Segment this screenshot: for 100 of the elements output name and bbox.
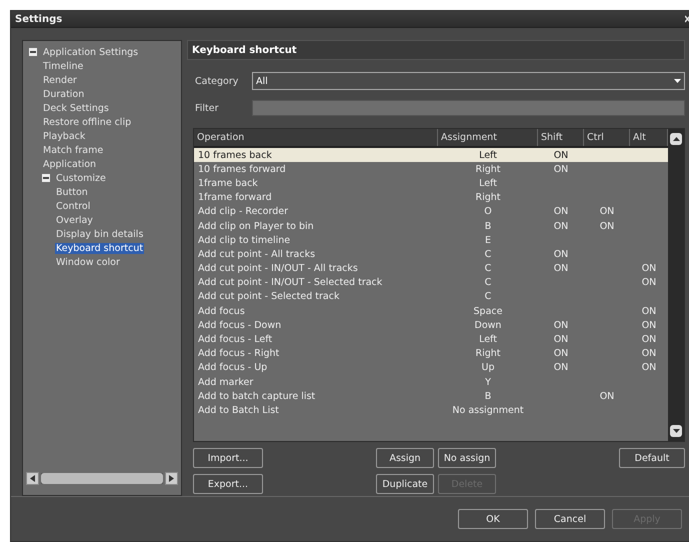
table-cell-text: ON [640,277,658,288]
table-cell-text: Add clip to timeline [197,234,292,246]
tree-item[interactable]: Playback [42,130,86,142]
table-cell-text: ON [640,306,658,317]
scroll-up-icon[interactable] [670,133,682,145]
table-cell-text: ON [552,320,570,331]
action-button[interactable]: Assign [376,448,434,468]
table-cell-text: Add focus - Right [197,348,280,360]
dialog-button[interactable]: Cancel [535,509,605,529]
tree-item[interactable]: Deck Settings [42,102,110,114]
table-row[interactable]: Add cut point - IN/OUT - Selected track C ON [194,276,668,290]
action-button[interactable]: Default [619,448,685,468]
table-cell-text: Add focus [197,306,246,317]
tree-item[interactable]: Window color [55,256,121,268]
table-cell-text: C [484,291,492,302]
tree-item[interactable]: Control [55,200,92,212]
table-row[interactable]: Add clip - Recorder O ON ON [194,204,668,219]
table-cell-text: Right [474,192,502,204]
table-cell-text: Right [474,348,502,360]
table-row[interactable]: 10 frames forward Right ON [194,162,668,176]
table-row[interactable]: Add focus - Right Right ON ON [194,346,668,361]
table-cell-text: Down [474,320,502,331]
tree-item[interactable]: Timeline [42,60,84,72]
table-cell-text: Left [478,178,498,189]
table-row[interactable]: 10 frames back Left ON [194,148,668,162]
table-cell-text: E [484,234,492,246]
table-cell-text: ON [598,390,616,402]
scroll-right-icon[interactable] [165,472,178,485]
tree-item[interactable]: Button [55,186,89,198]
table-cell-text: Add cut point - IN/OUT - All tracks [197,263,359,274]
table-cell-text: ON [552,334,570,346]
table-cell-text: Up [480,362,496,374]
table-cell-text: Add marker [197,376,254,388]
table-row[interactable]: Add focus Space ON [194,304,668,318]
table-cell-text: ON [552,348,570,360]
table-row[interactable]: Add marker Y [194,375,668,390]
table-row[interactable]: Add cut point - IN/OUT - All tracks C ON ON [194,262,668,276]
column-header[interactable]: Operation [194,129,438,146]
tree-item[interactable]: Customize [55,172,107,184]
table-row[interactable]: 1frame back Left [194,176,668,191]
table-cell-text: Add cut point - IN/OUT - Selected track [197,277,384,288]
tree-item[interactable]: Application Settings [42,46,140,58]
table-cell-text: C [484,263,492,274]
table-cell-text: Add focus - Up [197,362,268,374]
table-cell-text: Add cut point - All tracks [197,248,316,260]
action-button[interactable]: Import... [193,448,263,468]
table-cell-text: ON [640,320,658,331]
window-title: Settings [15,14,62,24]
table-cell-text: C [484,248,492,260]
table-cell-text: Add to Batch List [197,404,280,416]
table-row[interactable]: Add to Batch List No assignment [194,403,668,418]
table-cell-text: ON [552,164,570,175]
table-row[interactable]: Add cut point - All tracks C ON [194,247,668,262]
table-cell-text: Add focus - Down [197,320,282,331]
tree-item[interactable]: Overlay [55,214,94,226]
table-cell-text: Y [484,376,492,388]
scroll-left-icon[interactable] [26,472,39,485]
table-cell-text: Add to batch capture list [197,390,316,402]
action-button[interactable]: No assign [438,448,496,468]
table-row[interactable]: 1frame forward Right [194,190,668,205]
table-cell-text: ON [640,263,658,274]
table-row[interactable]: Add focus - Left Left ON ON [194,332,668,347]
table-cell-text: ON [598,206,616,218]
table-row[interactable]: Add cut point - Selected track C [194,290,668,304]
table-cell-text: ON [552,248,570,260]
tree-item[interactable]: Application [42,158,98,170]
tree-item[interactable]: Restore offline clip [42,116,132,128]
dialog-button[interactable]: OK [458,509,528,529]
action-button[interactable]: Export... [193,474,263,494]
table-cell-text: B [484,220,492,232]
column-header[interactable]: Assignment [438,129,538,146]
category-dropdown[interactable]: All [252,72,685,90]
collapse-icon[interactable] [42,174,50,182]
table-cell-text: 10 frames forward [197,164,287,175]
tree-item[interactable]: Render [42,74,78,86]
table-row[interactable]: Add clip on Player to bin B ON ON [194,218,668,234]
table-cell-text: ON [552,150,570,161]
panel-title: Keyboard shortcut [192,44,297,56]
tree-item[interactable]: Match frame [42,144,104,156]
table-cell-text: O [483,206,493,218]
dropdown-arrow-icon [674,79,681,83]
tree-item[interactable]: Display bin details [55,228,144,240]
tree-item[interactable]: Keyboard shortcut [55,242,144,254]
filter-field[interactable] [252,100,685,116]
table-cell-text: Add clip on Player to bin [197,220,315,232]
table-row[interactable]: Add clip to timeline E [194,233,668,248]
table-cell-text: Right [474,164,502,175]
scroll-down-icon[interactable] [670,425,682,437]
table-row[interactable]: Add to batch capture list B ON [194,389,668,404]
table-row[interactable]: Add focus - Up Up ON ON [194,360,668,375]
scrollbar-thumb[interactable] [41,473,163,484]
table-row[interactable]: Add focus - Down Down ON ON [194,318,668,332]
table-cell-text: ON [640,362,658,374]
action-button[interactable]: Duplicate [376,474,434,494]
table-cell-text: Space [472,306,504,317]
column-header[interactable]: Ctrl [584,129,630,146]
collapse-icon[interactable] [29,48,37,56]
column-header[interactable]: Shift [538,129,584,146]
tree-item[interactable]: Duration [42,88,86,100]
table-cell-text: No assignment [451,404,525,416]
